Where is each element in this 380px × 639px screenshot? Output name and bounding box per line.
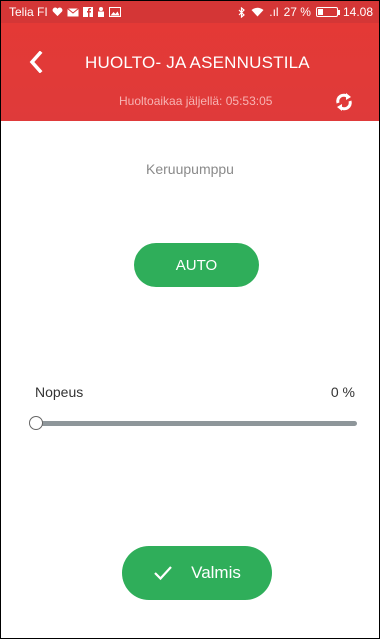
speed-slider[interactable] xyxy=(29,415,359,431)
status-bar-right: .ıl 27 % 14.08 xyxy=(238,5,373,19)
done-button-label: Valmis xyxy=(191,563,241,582)
chevron-left-icon xyxy=(29,51,43,73)
status-bar: Telia FI .ıl 27 % 14.08 xyxy=(1,1,379,23)
heart-icon xyxy=(52,7,63,17)
carrier-label: Telia FI xyxy=(9,5,48,19)
done-button[interactable]: Valmis xyxy=(122,546,272,600)
back-button[interactable] xyxy=(23,49,49,75)
page-title: HUOLTO- JA ASENNUSTILA xyxy=(85,53,310,72)
check-icon xyxy=(154,566,172,581)
header-bar: Telia FI .ıl 27 % 14.08 HUOLTO- JA ASENN… xyxy=(1,1,379,121)
speed-label: Nopeus xyxy=(35,384,84,400)
person-icon xyxy=(97,7,105,17)
refresh-button[interactable] xyxy=(331,89,357,115)
speed-value: 0 % xyxy=(330,384,355,400)
slider-track xyxy=(35,421,357,426)
refresh-icon xyxy=(336,93,352,111)
wifi-icon xyxy=(251,7,264,17)
slider-thumb[interactable] xyxy=(29,416,43,430)
auto-mode-button[interactable]: AUTO xyxy=(134,243,259,287)
image-icon xyxy=(108,7,121,17)
status-bar-left: Telia FI xyxy=(9,5,121,19)
battery-icon xyxy=(315,7,340,17)
facebook-icon xyxy=(82,7,93,17)
clock: 14.08 xyxy=(342,5,373,19)
mail-icon xyxy=(66,7,79,17)
signal-indicator: .ıl xyxy=(269,5,279,19)
service-time-remaining: Huoltoaikaa jäljellä: 05:53:05 xyxy=(119,94,273,108)
app-screen: Telia FI .ıl 27 % 14.08 HUOLTO- JA ASENN… xyxy=(0,0,380,639)
bluetooth-icon xyxy=(238,6,246,18)
battery-percent: 27 % xyxy=(283,5,311,19)
device-label: Keruupumppu xyxy=(146,161,234,177)
